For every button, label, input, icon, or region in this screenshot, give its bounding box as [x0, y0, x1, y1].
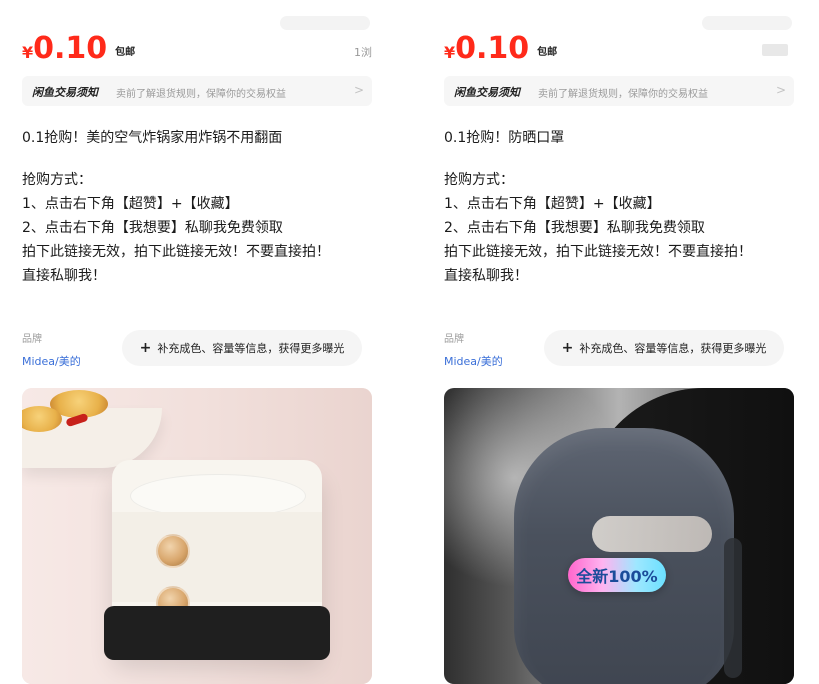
brand-label: 品牌 [444, 334, 464, 345]
brand-value[interactable]: Midea/美的 [444, 353, 503, 369]
listing-description: 0.1抢购！美的空气炸锅家用炸锅不用翻面 抢购方式： 1、点击右下角【超赞】+【… [22, 126, 372, 288]
description-line: 0.1抢购！美的空气炸锅家用炸锅不用翻面 [22, 130, 283, 146]
product-image[interactable] [22, 388, 372, 684]
trade-notice-title: 闲鱼交易须知 [32, 86, 98, 99]
chevron-right-icon: > [775, 83, 786, 97]
listing-card-right: ¥0.10 包邮 闲鱼交易须知 卖前了解退货规则，保障你的交易权益 > 0.1抢购… [444, 0, 794, 684]
brand-value[interactable]: Midea/美的 [22, 353, 81, 369]
blurred-meta [762, 44, 788, 56]
air-fryer-base [104, 606, 330, 660]
brand-info: 品牌 Midea/美的 [22, 330, 81, 369]
description-line: 直接私聊我！ [444, 268, 528, 284]
description-line: 拍下此链接无效，拍下此链接无效！不要直接拍！ [444, 244, 752, 260]
add-info-label: 补充成色、容量等信息，获得更多曝光 [579, 342, 767, 355]
price: ¥0.10 包邮 [444, 32, 557, 70]
price-row: ¥0.10 包邮 1浏 [22, 30, 372, 66]
shipping-label: 包邮 [537, 47, 558, 58]
top-pill [702, 16, 792, 30]
price-symbol: ¥ [22, 43, 34, 62]
trade-notice-desc: 卖前了解退货规则，保障你的交易权益 [538, 89, 708, 100]
brand-info: 品牌 Midea/美的 [444, 330, 503, 369]
plus-icon: + [561, 340, 574, 356]
description-line: 1、点击右下角【超赞】+【收藏】 [444, 196, 661, 212]
add-info-button[interactable]: + 补充成色、容量等信息，获得更多曝光 [122, 330, 362, 366]
price-value: 0.10 [455, 31, 530, 66]
knob [156, 534, 190, 568]
description-line: 抢购方式： [22, 172, 92, 188]
shipping-label: 包邮 [115, 47, 136, 58]
add-info-button[interactable]: + 补充成色、容量等信息，获得更多曝光 [544, 330, 784, 366]
price-row: ¥0.10 包邮 [444, 30, 794, 66]
plus-icon: + [139, 340, 152, 356]
description-line: 2、点击右下角【我想要】私聊我免费领取 [444, 220, 705, 236]
listing-card-left: ¥0.10 包邮 1浏 闲鱼交易须知 卖前了解退货规则，保障你的交易权益 > 0.… [22, 0, 372, 684]
price-symbol: ¥ [444, 43, 456, 62]
description-line: 1、点击右下角【超赞】+【收藏】 [22, 196, 239, 212]
top-pill [280, 16, 370, 30]
mask-eye-opening [592, 516, 712, 552]
description-line: 直接私聊我！ [22, 268, 106, 284]
air-fryer-body [112, 512, 322, 602]
description-line: 2、点击右下角【我想要】私聊我免费领取 [22, 220, 283, 236]
price: ¥0.10 包邮 [22, 32, 135, 70]
price-value: 0.10 [33, 31, 108, 66]
trade-notice[interactable]: 闲鱼交易须知 卖前了解退货规则，保障你的交易权益 > [444, 76, 794, 106]
trade-notice-title: 闲鱼交易须知 [454, 86, 520, 99]
trade-notice-desc: 卖前了解退货规则，保障你的交易权益 [116, 89, 286, 100]
chevron-right-icon: > [353, 83, 364, 97]
mask-strap [724, 538, 742, 678]
air-fryer [104, 460, 330, 660]
new-condition-sticker: 全新100% [568, 558, 666, 592]
add-info-label: 补充成色、容量等信息，获得更多曝光 [157, 342, 345, 355]
brand-label: 品牌 [22, 334, 42, 345]
description-line: 抢购方式： [444, 172, 514, 188]
trade-notice[interactable]: 闲鱼交易须知 卖前了解退货规则，保障你的交易权益 > [22, 76, 372, 106]
description-line: 0.1抢购！防晒口罩 [444, 130, 565, 146]
product-image[interactable]: 全新100% [444, 388, 794, 684]
face-mask: 全新100% [514, 428, 734, 684]
price-meta: 1浏 [354, 46, 372, 59]
description-line: 拍下此链接无效，拍下此链接无效！不要直接拍！ [22, 244, 330, 260]
listing-description: 0.1抢购！防晒口罩 抢购方式： 1、点击右下角【超赞】+【收藏】 2、点击右下… [444, 126, 794, 288]
